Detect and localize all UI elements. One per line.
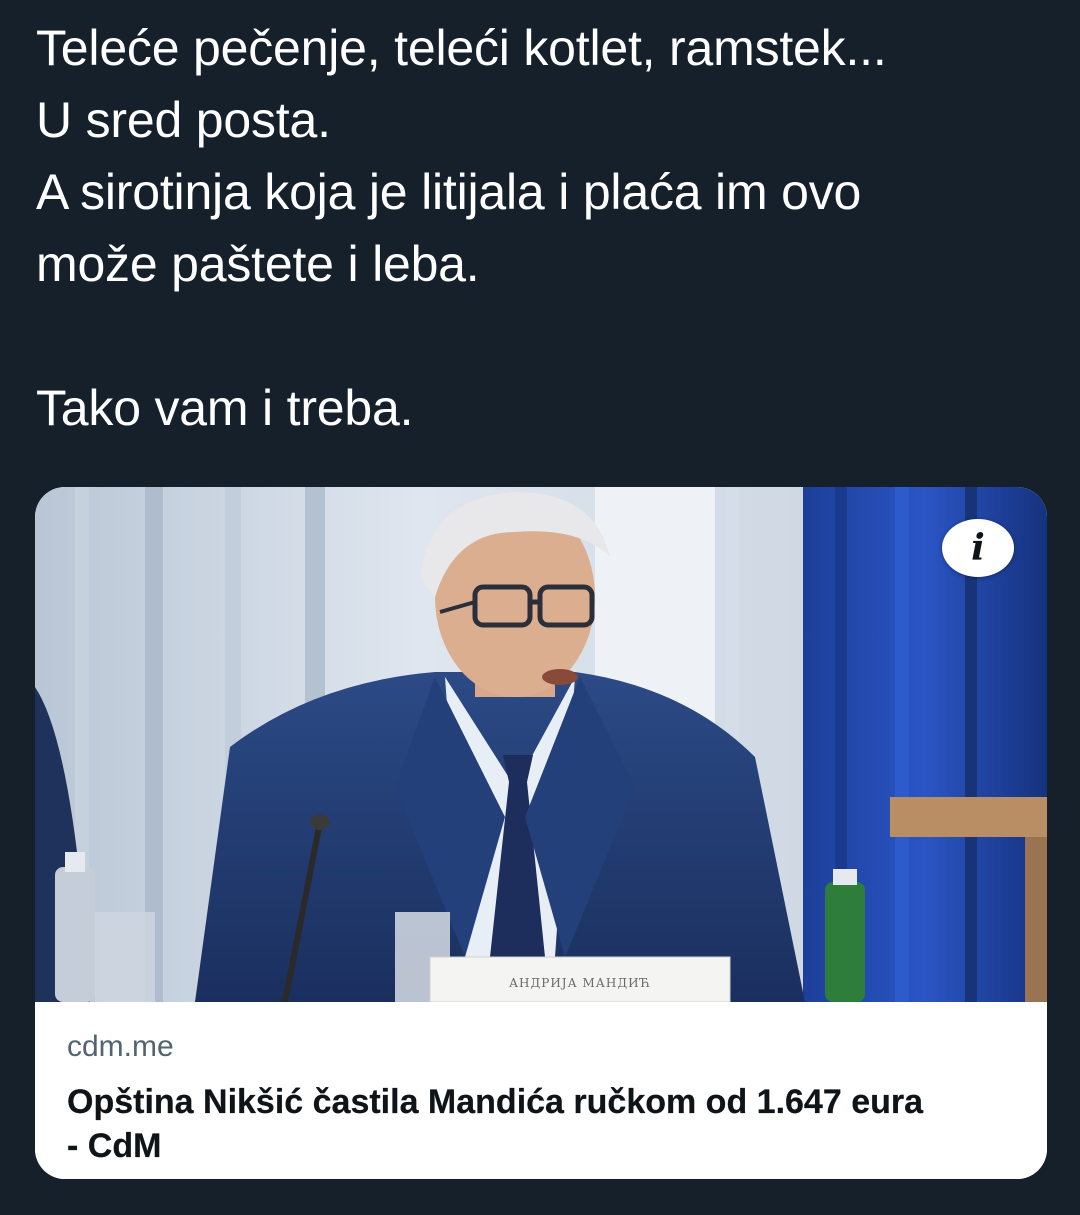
tweet-text-line: A sirotinja koja je litijala i plaća im … — [36, 164, 862, 220]
link-title-line: Opština Nikšić častila Mandića ručkom od… — [67, 1083, 924, 1121]
link-domain: cdm.me — [67, 1030, 174, 1063]
tweet-text-line: Teleće pečenje, teleći kotlet, ramstek..… — [36, 20, 887, 76]
nameplate-text: АНДРИЈА МАНДИЋ — [509, 976, 651, 990]
desk — [890, 797, 1047, 837]
tweet-text: Teleće pečenje, teleći kotlet, ramstek..… — [36, 12, 1046, 444]
link-title-line: - CdM — [67, 1127, 162, 1165]
water-bottle — [55, 867, 95, 1002]
link-card[interactable]: АНДРИЈА МАНДИЋ i cdm.me Opština Nikšić č… — [35, 487, 1047, 1179]
news-photo: АНДРИЈА МАНДИЋ — [35, 487, 1047, 1002]
link-card-image[interactable]: АНДРИЈА МАНДИЋ i — [35, 487, 1047, 1002]
link-title: Opština Nikšić častila Mandića ručkom od… — [67, 1080, 1027, 1168]
tweet-text-line: može paštete i leba. — [36, 236, 480, 292]
tweet-text-line: Tako vam i treba. — [36, 380, 414, 436]
tweet-text-line: U sred posta. — [36, 92, 331, 148]
info-icon[interactable]: i — [942, 519, 1014, 577]
green-bottle — [825, 882, 865, 1002]
link-card-meta[interactable]: cdm.me Opština Nikšić častila Mandića ru… — [35, 1002, 1047, 1179]
